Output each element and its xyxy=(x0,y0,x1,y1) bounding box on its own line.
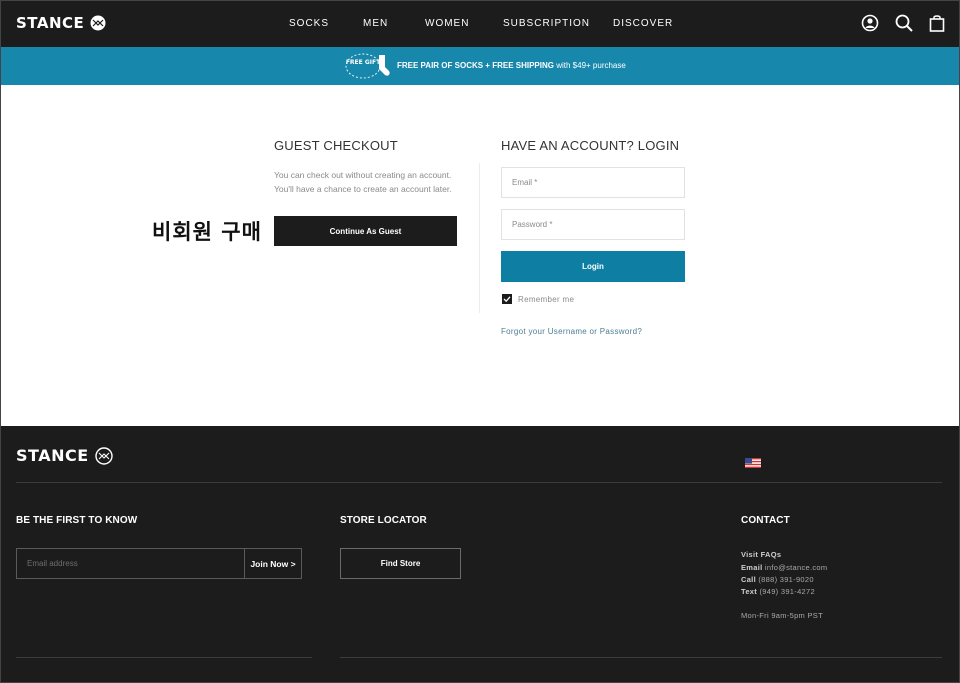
free-gift-badge: FREE GIFT xyxy=(346,59,381,66)
contact-title: CONTACT xyxy=(741,515,790,526)
guest-description-line-2: You'll have a chance to create an accoun… xyxy=(274,184,452,194)
promo-banner[interactable]: FREE GIFT FREE PAIR OF SOCKS + FREE SHIP… xyxy=(1,47,959,85)
nav-socks[interactable]: SOCKS xyxy=(289,18,329,29)
remember-me-label: Remember me xyxy=(518,294,575,304)
guest-description-line-1: You can check out without creating an ac… xyxy=(274,170,452,180)
contact-text[interactable]: Text (949) 391-4272 xyxy=(741,587,815,596)
find-store-button[interactable]: Find Store xyxy=(340,548,461,579)
join-now-button[interactable]: Join Now > xyxy=(244,548,302,579)
login-button[interactable]: Login xyxy=(501,251,685,282)
nav-discover[interactable]: DISCOVER xyxy=(613,18,673,29)
email-input[interactable]: Email * xyxy=(501,167,685,198)
contact-call[interactable]: Call (888) 391-9020 xyxy=(741,575,814,584)
footer-top-divider xyxy=(16,482,942,483)
footer-logo-text: STANCE xyxy=(16,446,89,465)
stance-logo-mark-icon xyxy=(90,15,106,31)
logo-text: STANCE xyxy=(16,14,85,32)
store-locator-title: STORE LOCATOR xyxy=(340,515,427,526)
newsletter-email-placeholder: Email address xyxy=(27,559,78,568)
nav-men[interactable]: MEN xyxy=(363,18,388,29)
nav-subscription[interactable]: SUBSCRIPTION xyxy=(503,18,590,29)
footer-logo-mark-icon xyxy=(94,446,113,465)
footer-bottom-divider-right xyxy=(340,657,942,658)
contact-text-value: (949) 391-4272 xyxy=(757,587,815,596)
remember-me-checkbox[interactable] xyxy=(502,294,512,304)
footer: STANCE BE THE FIRST TO KNOW Email addres… xyxy=(1,426,959,682)
footer-logo[interactable]: STANCE xyxy=(16,446,113,465)
contact-call-value: (888) 391-9020 xyxy=(755,575,814,584)
email-placeholder: Email * xyxy=(512,178,538,187)
footer-bottom-divider-left xyxy=(16,657,312,658)
contact-hours: Mon-Fri 9am-5pm PST xyxy=(741,611,823,620)
continue-as-guest-button[interactable]: Continue As Guest xyxy=(274,216,457,246)
forgot-credentials-link[interactable]: Forgot your Username or Password? xyxy=(501,327,642,336)
stance-logo[interactable]: STANCE xyxy=(16,14,106,32)
guest-description: You can check out without creating an ac… xyxy=(274,168,474,196)
visit-faqs-link[interactable]: Visit FAQs xyxy=(741,550,781,559)
free-gift-sock-icon: FREE GIFT xyxy=(345,53,390,79)
contact-text-label: Text xyxy=(741,587,758,596)
us-flag-icon[interactable] xyxy=(745,458,761,468)
search-icon[interactable] xyxy=(894,13,914,33)
shopping-bag-icon[interactable] xyxy=(927,13,947,33)
newsletter-email-input[interactable]: Email address xyxy=(16,548,245,579)
promo-bold: FREE PAIR OF SOCKS + FREE SHIPPING xyxy=(397,61,554,70)
newsletter-title: BE THE FIRST TO KNOW xyxy=(16,515,138,526)
guest-annotation: 비회원 구매 xyxy=(152,220,262,244)
account-icon[interactable] xyxy=(860,13,880,33)
contact-email-label: Email xyxy=(741,563,763,572)
contact-call-label: Call xyxy=(741,575,756,584)
login-title: HAVE AN ACCOUNT? LOGIN xyxy=(501,138,680,153)
promo-text: FREE PAIR OF SOCKS + FREE SHIPPING with … xyxy=(397,61,626,70)
section-divider xyxy=(479,163,480,313)
promo-rest: with $49+ purchase xyxy=(554,61,626,70)
top-navigation: STANCE SOCKS MEN WOMEN SUBSCRIPTION DISC… xyxy=(1,1,959,47)
password-placeholder: Password * xyxy=(512,220,553,229)
contact-email-value: info@stance.com xyxy=(762,563,828,572)
nav-women[interactable]: WOMEN xyxy=(425,18,469,29)
guest-checkout-title: GUEST CHECKOUT xyxy=(274,138,398,153)
contact-email[interactable]: Email info@stance.com xyxy=(741,563,827,572)
password-input[interactable]: Password * xyxy=(501,209,685,240)
remember-me-row[interactable]: Remember me xyxy=(502,294,574,304)
